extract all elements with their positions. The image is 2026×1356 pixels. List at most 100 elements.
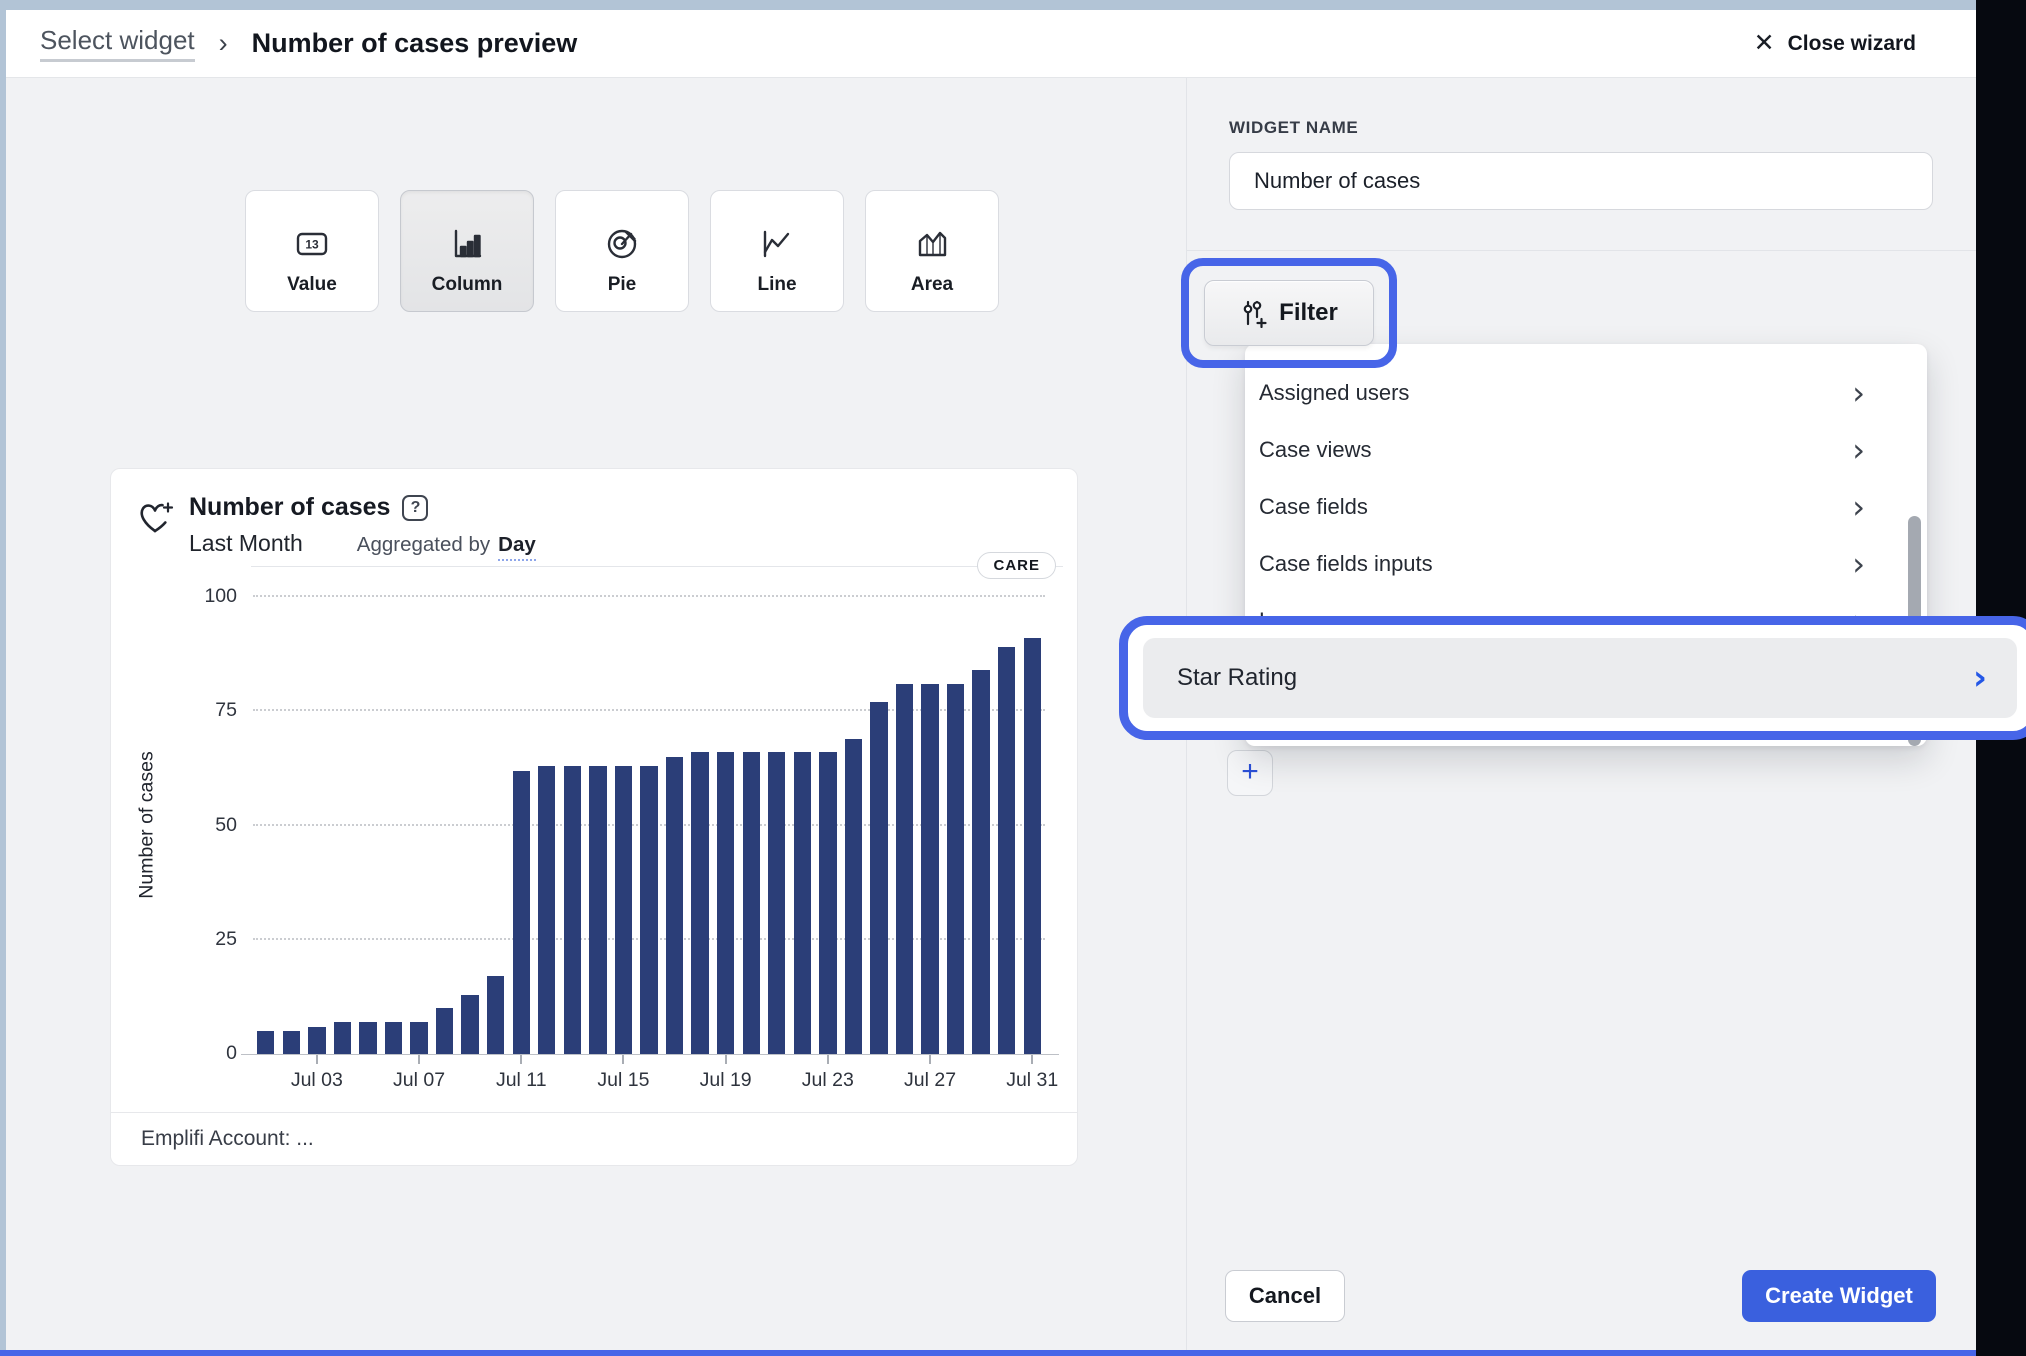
bar	[819, 752, 837, 1054]
bar	[589, 766, 607, 1054]
add-filter-button[interactable]: +	[1227, 750, 1273, 796]
help-icon[interactable]: ?	[402, 494, 429, 521]
value-13-icon: 13	[295, 225, 329, 263]
filter-button-label: Filter	[1279, 299, 1338, 326]
y-axis-ticks: 0 25 50 75 100	[167, 585, 237, 1064]
x-tick-label: Jul 03	[290, 1069, 343, 1091]
chart-type-label: Pie	[607, 274, 637, 295]
breadcrumb-select-widget[interactable]: Select widget	[40, 25, 195, 62]
bar	[538, 766, 556, 1054]
care-channel-badge: CARE	[977, 552, 1056, 579]
wizard-window: Select widget › Number of cases preview …	[6, 10, 2026, 1350]
svg-text:13: 13	[305, 238, 319, 252]
widget-title: Number of cases	[189, 493, 391, 521]
widget-settings-panel: WIDGET NAME Filter Assign	[1119, 78, 2026, 1350]
star-rating-label: Star Rating	[1177, 664, 1298, 691]
dropdown-item-label: Case fields	[1259, 493, 1368, 519]
bar	[282, 1031, 300, 1054]
dropdown-item-star-rating[interactable]: Star Rating ›	[1143, 638, 2017, 718]
chart-type-line-button[interactable]: Line	[710, 190, 844, 312]
bar	[972, 670, 990, 1054]
bar	[716, 752, 735, 1054]
panel-divider	[1187, 250, 1976, 251]
dropdown-item-label: Case views	[1259, 436, 1372, 462]
bar	[512, 770, 530, 1054]
dropdown-item-case-views[interactable]: Case views ›	[1245, 421, 1927, 478]
gridline	[253, 595, 1045, 597]
bar	[921, 683, 939, 1054]
x-axis-ticks: Jul 03 Jul 07 Jul 11 Jul 15 Jul 19 Jul 23 Jul …	[253, 1055, 1058, 1099]
pie-chart-icon	[605, 225, 639, 263]
create-widget-button[interactable]: Create Widget	[1742, 1270, 1936, 1322]
plus-icon: +	[1241, 754, 1259, 788]
bar	[997, 647, 1016, 1054]
care-heart-plus-icon	[135, 497, 175, 544]
filter-sliders-plus-icon	[1243, 300, 1267, 328]
x-tick-mark	[929, 1055, 932, 1064]
bar	[359, 1022, 377, 1054]
chevron-right-icon: ›	[1852, 487, 1865, 526]
bar	[844, 738, 863, 1054]
bar	[333, 1022, 352, 1054]
chevron-right-icon: ›	[1852, 430, 1865, 469]
cancel-button[interactable]: Cancel	[1225, 1270, 1345, 1322]
preview-area: 13 Value Column Pie Line Area Number of …	[6, 78, 1186, 1350]
y-axis-title: Number of cases	[135, 751, 158, 899]
bar	[614, 766, 633, 1054]
bar	[410, 1022, 428, 1054]
breadcrumb-separator-icon: ›	[218, 28, 228, 58]
widget-name-label: WIDGET NAME	[1229, 118, 1359, 137]
column-chart-icon	[450, 225, 484, 263]
chart-type-area-button[interactable]: Area	[865, 190, 999, 312]
x-tick-mark	[1031, 1055, 1034, 1064]
chart-type-pie-button[interactable]: Pie	[555, 190, 689, 312]
x-tick-mark	[622, 1055, 625, 1064]
chart-type-label: Line	[757, 274, 797, 295]
x-tick-mark	[418, 1055, 421, 1064]
chart-type-value-button[interactable]: 13 Value	[245, 190, 379, 312]
account-label: Emplifi Account: ...	[141, 1127, 314, 1150]
dropdown-item-case-fields-inputs[interactable]: Case fields inputs ›	[1245, 535, 1927, 592]
bar	[742, 752, 760, 1054]
close-wizard-button[interactable]: ✕ Close wizard	[1754, 31, 1916, 56]
bar	[384, 1022, 403, 1054]
bar	[665, 756, 684, 1054]
wizard-topbar: Select widget › Number of cases preview …	[6, 10, 1976, 78]
x-tick-label: Jul 23	[801, 1069, 854, 1091]
aggregated-by-label: Aggregated by	[356, 533, 491, 556]
x-tick-label: Jul 19	[699, 1069, 752, 1091]
bar	[768, 752, 786, 1054]
chevron-right-icon: ›	[1852, 544, 1865, 583]
area-chart-icon	[915, 225, 949, 263]
bar	[946, 683, 965, 1054]
badge-divider-line	[251, 566, 1063, 567]
bar	[793, 752, 811, 1054]
y-tick-label: 25	[215, 927, 237, 950]
filter-button[interactable]: Filter	[1204, 280, 1374, 346]
bar	[1023, 638, 1041, 1054]
dropdown-item-case-fields[interactable]: Case fields ›	[1245, 478, 1927, 535]
bar	[870, 702, 888, 1054]
close-icon: ✕	[1753, 29, 1775, 57]
x-tick-label: Jul 15	[597, 1069, 650, 1091]
chart-type-column-button[interactable]: Column	[400, 190, 534, 312]
dropdown-item-label: Assigned users	[1259, 379, 1410, 405]
aggregation-value[interactable]: Day	[498, 533, 536, 561]
dropdown-item-label: Case fields inputs	[1259, 550, 1433, 576]
bar	[308, 1026, 326, 1054]
bar	[691, 752, 709, 1054]
frame-top-strip	[0, 0, 2026, 10]
bar	[640, 766, 658, 1054]
x-tick-mark	[520, 1055, 523, 1064]
widget-name-input[interactable]	[1229, 152, 1933, 210]
chevron-right-icon: ›	[1972, 658, 1987, 698]
widget-period: Last Month	[189, 530, 303, 556]
x-tick-mark	[724, 1055, 727, 1064]
bar	[895, 683, 914, 1054]
y-tick-label: 100	[204, 585, 237, 607]
chart-type-selector: 13 Value Column Pie Line Area	[245, 190, 999, 312]
widget-footer: Emplifi Account: ...	[111, 1112, 1077, 1165]
dropdown-item-assigned-users[interactable]: Assigned users ›	[1245, 364, 1927, 421]
bar	[435, 1008, 454, 1054]
chart-type-label: Column	[431, 274, 503, 295]
